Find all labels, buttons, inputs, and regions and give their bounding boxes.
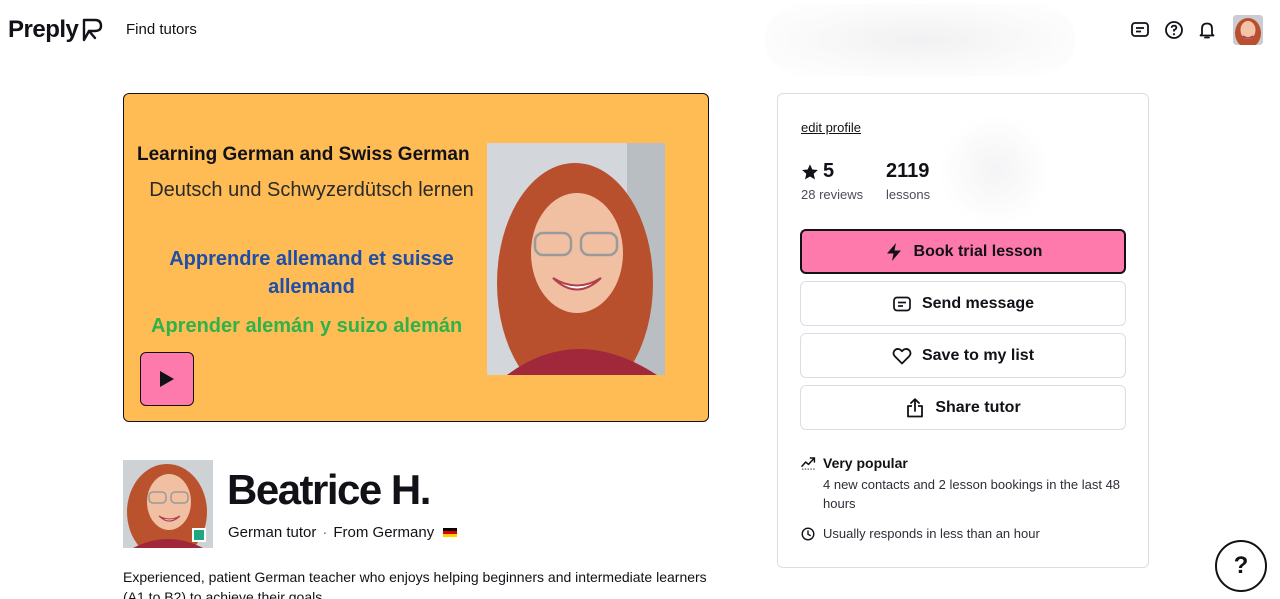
meta-separator: · — [322, 524, 328, 541]
help-chat-button[interactable]: ? — [1215, 540, 1267, 592]
edit-profile-link[interactable]: edit profile — [801, 120, 861, 135]
messages-icon[interactable] — [1128, 18, 1152, 42]
save-to-list-button[interactable]: Save to my list — [800, 333, 1126, 378]
play-video-button[interactable] — [140, 352, 194, 406]
tutor-meta: German tutor · From Germany — [228, 524, 458, 541]
bell-icon[interactable] — [1195, 18, 1219, 42]
intro-video-thumbnail[interactable]: Learning German and Swiss German Deutsch… — [123, 93, 709, 422]
clock-icon — [801, 527, 815, 540]
share-tutor-label: Share tutor — [935, 398, 1021, 416]
tutor-avatar — [123, 460, 213, 548]
play-icon — [160, 371, 174, 387]
book-trial-lesson-button[interactable]: Book trial lesson — [800, 229, 1126, 274]
popular-description: 4 new contacts and 2 lesson bookings in … — [823, 477, 1121, 511]
reviews-count: 28 reviews — [801, 187, 864, 202]
tutor-subject: German tutor — [228, 524, 317, 541]
online-status-indicator — [192, 528, 206, 542]
star-icon — [802, 163, 818, 179]
video-line-german: Deutsch und Schwyzerdütsch lernen — [149, 179, 474, 201]
header-blurred-area — [765, 4, 1075, 76]
video-tutor-photo — [487, 143, 665, 375]
popular-title: Very popular — [823, 455, 908, 471]
tutor-bio: Experienced, patient German teacher who … — [123, 569, 707, 599]
share-icon — [905, 397, 925, 418]
lessons-count: 2119 — [886, 160, 930, 182]
video-line-spanish: Aprender alemán y suizo alemán — [151, 315, 463, 337]
save-to-list-label: Save to my list — [921, 346, 1035, 364]
response-time-info: Usually responds in less than an hour — [801, 526, 1040, 541]
video-title-english: Learning German and Swiss German — [137, 144, 470, 165]
booking-card: edit profile 5 28 reviews 2119 lessons B… — [777, 93, 1149, 568]
send-message-button[interactable]: Send message — [800, 281, 1126, 326]
lessons-stat: 2119 lessons — [886, 160, 930, 202]
nav-find-tutors[interactable]: Find tutors — [126, 21, 197, 38]
video-line-french: Apprendre allemand et suisse allemand — [169, 248, 454, 298]
card-blurred-area — [936, 116, 1054, 224]
trending-icon — [801, 457, 816, 470]
tutor-name: Beatrice H. — [227, 466, 431, 513]
rating-stat: 5 28 reviews — [801, 160, 863, 202]
share-tutor-button[interactable]: Share tutor — [800, 385, 1126, 430]
help-circle-icon[interactable] — [1162, 18, 1186, 42]
heart-icon — [892, 346, 912, 366]
book-trial-label: Book trial lesson — [913, 242, 1043, 260]
preply-logo[interactable]: Preply — [8, 16, 103, 44]
lessons-label: lessons — [886, 187, 931, 202]
response-time-text: Usually responds in less than an hour — [823, 526, 1040, 541]
send-message-label: Send message — [921, 294, 1035, 312]
preply-logo-icon — [83, 18, 103, 42]
germany-flag-icon — [443, 528, 458, 537]
rating-value: 5 — [823, 160, 835, 182]
lightning-icon — [884, 242, 904, 262]
user-avatar[interactable] — [1233, 15, 1263, 45]
tutor-origin: From Germany — [333, 524, 435, 541]
logo-text: Preply — [8, 16, 79, 43]
message-icon — [892, 294, 912, 314]
